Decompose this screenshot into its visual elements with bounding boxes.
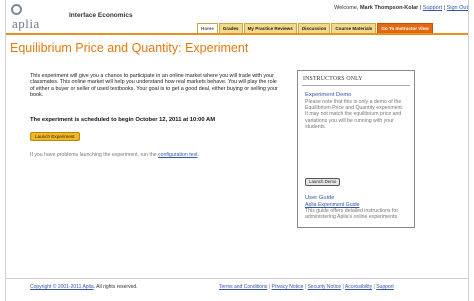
footer-links: Terms and Conditions | Privacy Notice | … [219,284,394,290]
logo-text: aplia [12,16,40,31]
copyright: Copyright © 2001-2011 Aplia. All rights … [30,284,138,290]
main-nav: Home Grades My Practice Reviews Discussi… [197,23,434,33]
tab-discussion[interactable]: Discussion [297,23,331,33]
tab-grades[interactable]: Grades [218,23,243,33]
problem-suffix: . [197,152,200,158]
launch-experiment-button[interactable]: Launch Experiment [30,132,80,141]
user-guide-heading: User Guide [305,195,335,201]
guide-description: This guide offers detailed instructions … [305,208,399,221]
page-border-left [5,0,6,301]
course-name: Interface Economics [69,12,133,19]
tab-course-materials[interactable]: Course Materials [331,23,377,33]
problem-note: If you have problems launching the exper… [30,152,199,158]
rights-text: . All rights reserved. [93,284,138,290]
support-link[interactable]: Support [423,5,442,11]
schedule-notice: The experiment is scheduled to begin Oct… [30,117,216,123]
configuration-test-link[interactable]: configuration test [158,152,198,158]
instructors-title: INSTRUCTORS ONLY [303,76,363,82]
aplia-logo[interactable]: aplia [10,4,50,31]
tab-instructor-view[interactable]: Go To Instructor View [377,23,433,33]
problem-text: If you have problems launching the exper… [30,152,159,158]
accessibility-link[interactable]: Accessibility [345,284,372,290]
user-name: Mark Thompson-Kolar [359,5,419,11]
logo-ring-icon [11,4,22,15]
instructors-only-panel: INSTRUCTORS ONLY Experiment Demo Please … [297,70,415,228]
intro-paragraph: This experiment will give you a chance t… [30,73,278,99]
page-title: Equilibrium Price and Quantity: Experime… [10,41,249,55]
copyright-link[interactable]: Copyright © 2001-2011 Aplia [30,284,94,290]
privacy-link[interactable]: Privacy Notice [271,284,303,290]
footer-divider [6,278,468,279]
launch-demo-button[interactable]: Launch Demo [305,178,341,186]
nav-divider [6,33,468,35]
page-border-right [468,0,469,301]
terms-link[interactable]: Terms and Conditions [219,284,267,290]
welcome-prefix: Welcome, [334,5,360,11]
tab-my-practice-reviews[interactable]: My Practice Reviews [243,23,297,33]
sign-out-link[interactable]: Sign Out [447,5,468,11]
instructors-divider [302,85,410,86]
demo-description: Please note that this is only a demo of … [305,99,404,130]
security-link[interactable]: Security Notice [307,284,341,290]
tab-home[interactable]: Home [197,23,218,33]
footer-support-link[interactable]: Support [376,284,394,290]
experiment-demo-heading: Experiment Demo [305,92,352,98]
welcome-bar: Welcome, Mark Thompson-Kolar | Support |… [290,5,468,11]
